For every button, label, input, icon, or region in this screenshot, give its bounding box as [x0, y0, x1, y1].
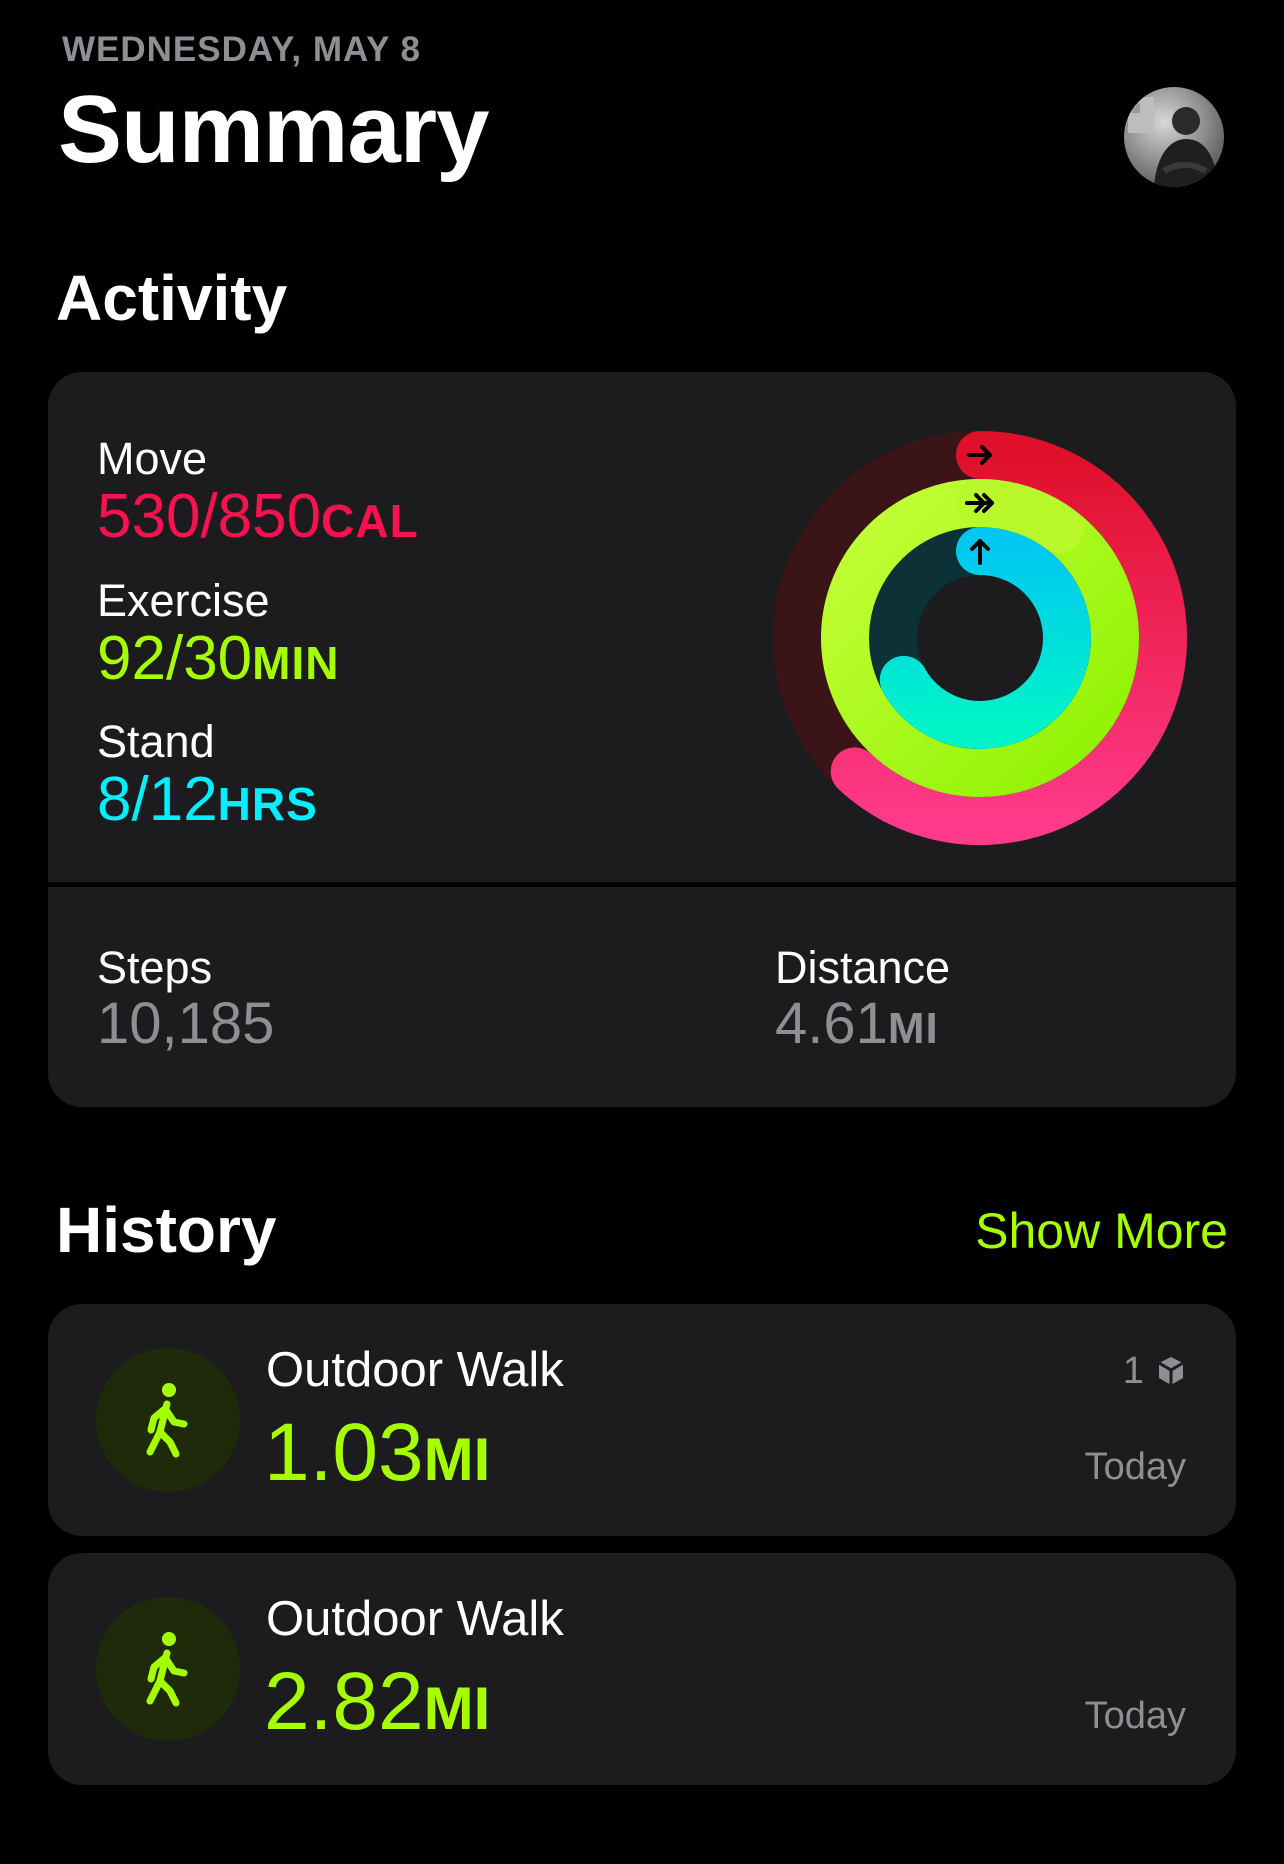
workout-name: Outdoor Walk: [266, 1343, 564, 1397]
distance-value: 4.61MI: [775, 995, 939, 1053]
stand-label: Stand: [97, 716, 215, 767]
stand-value-number: 8/12: [97, 765, 218, 834]
workout-distance-unit: MI: [423, 1675, 491, 1742]
workout-icon-badge: [96, 1348, 240, 1492]
stand-value: 8/12HRS: [97, 769, 318, 831]
workout-device-count: 1: [1123, 1352, 1188, 1390]
exercise-unit: MIN: [252, 637, 340, 689]
workout-distance-unit: MI: [423, 1426, 491, 1493]
activity-rings[interactable]: [770, 428, 1190, 848]
activity-card[interactable]: Move 530/850CAL Exercise 92/30MIN Stand …: [48, 372, 1236, 1107]
distance-value-number: 4.61: [775, 991, 888, 1056]
profile-photo-icon: [1124, 87, 1224, 187]
move-value: 530/850CAL: [97, 486, 419, 548]
avatar[interactable]: [1124, 87, 1224, 187]
activity-section-title: Activity: [56, 262, 288, 334]
move-unit: CAL: [321, 495, 419, 547]
exercise-value-number: 92/30: [97, 624, 253, 693]
stand-unit: HRS: [217, 778, 318, 830]
date-label: WEDNESDAY, MAY 8: [62, 30, 421, 69]
distance-unit: MI: [887, 1004, 939, 1053]
steps-value: 10,185: [97, 991, 275, 1056]
page-title: Summary: [58, 76, 490, 183]
exercise-value: 92/30MIN: [97, 628, 339, 690]
workout-date: Today: [1084, 1446, 1186, 1488]
workout-distance: 1.03MI: [264, 1412, 490, 1494]
workout-distance: 2.82MI: [264, 1661, 490, 1743]
workout-date: Today: [1084, 1695, 1186, 1737]
divider: [48, 882, 1236, 887]
workout-distance-number: 1.03: [264, 1407, 424, 1498]
workout-count-number: 1: [1122, 1350, 1144, 1392]
steps-label: Steps: [97, 942, 213, 993]
history-item[interactable]: Outdoor Walk 1.03MI 1 Today: [48, 1304, 1236, 1536]
history-item[interactable]: Outdoor Walk 2.82MI Today: [48, 1553, 1236, 1785]
workout-icon-badge: [96, 1597, 240, 1741]
workout-distance-number: 2.82: [264, 1656, 424, 1747]
history-section-title: History: [56, 1194, 277, 1266]
move-label: Move: [97, 433, 208, 484]
exercise-ring-overlap: [956, 479, 1084, 553]
exercise-label: Exercise: [97, 575, 270, 626]
distance-label: Distance: [775, 942, 951, 993]
walking-figure-icon: [146, 1632, 188, 1707]
device-icon: [1158, 1357, 1184, 1385]
walking-figure-icon: [146, 1383, 188, 1458]
move-value-number: 530/850: [97, 482, 322, 551]
workout-name: Outdoor Walk: [266, 1592, 564, 1646]
show-more-link[interactable]: Show More: [975, 1206, 1228, 1256]
